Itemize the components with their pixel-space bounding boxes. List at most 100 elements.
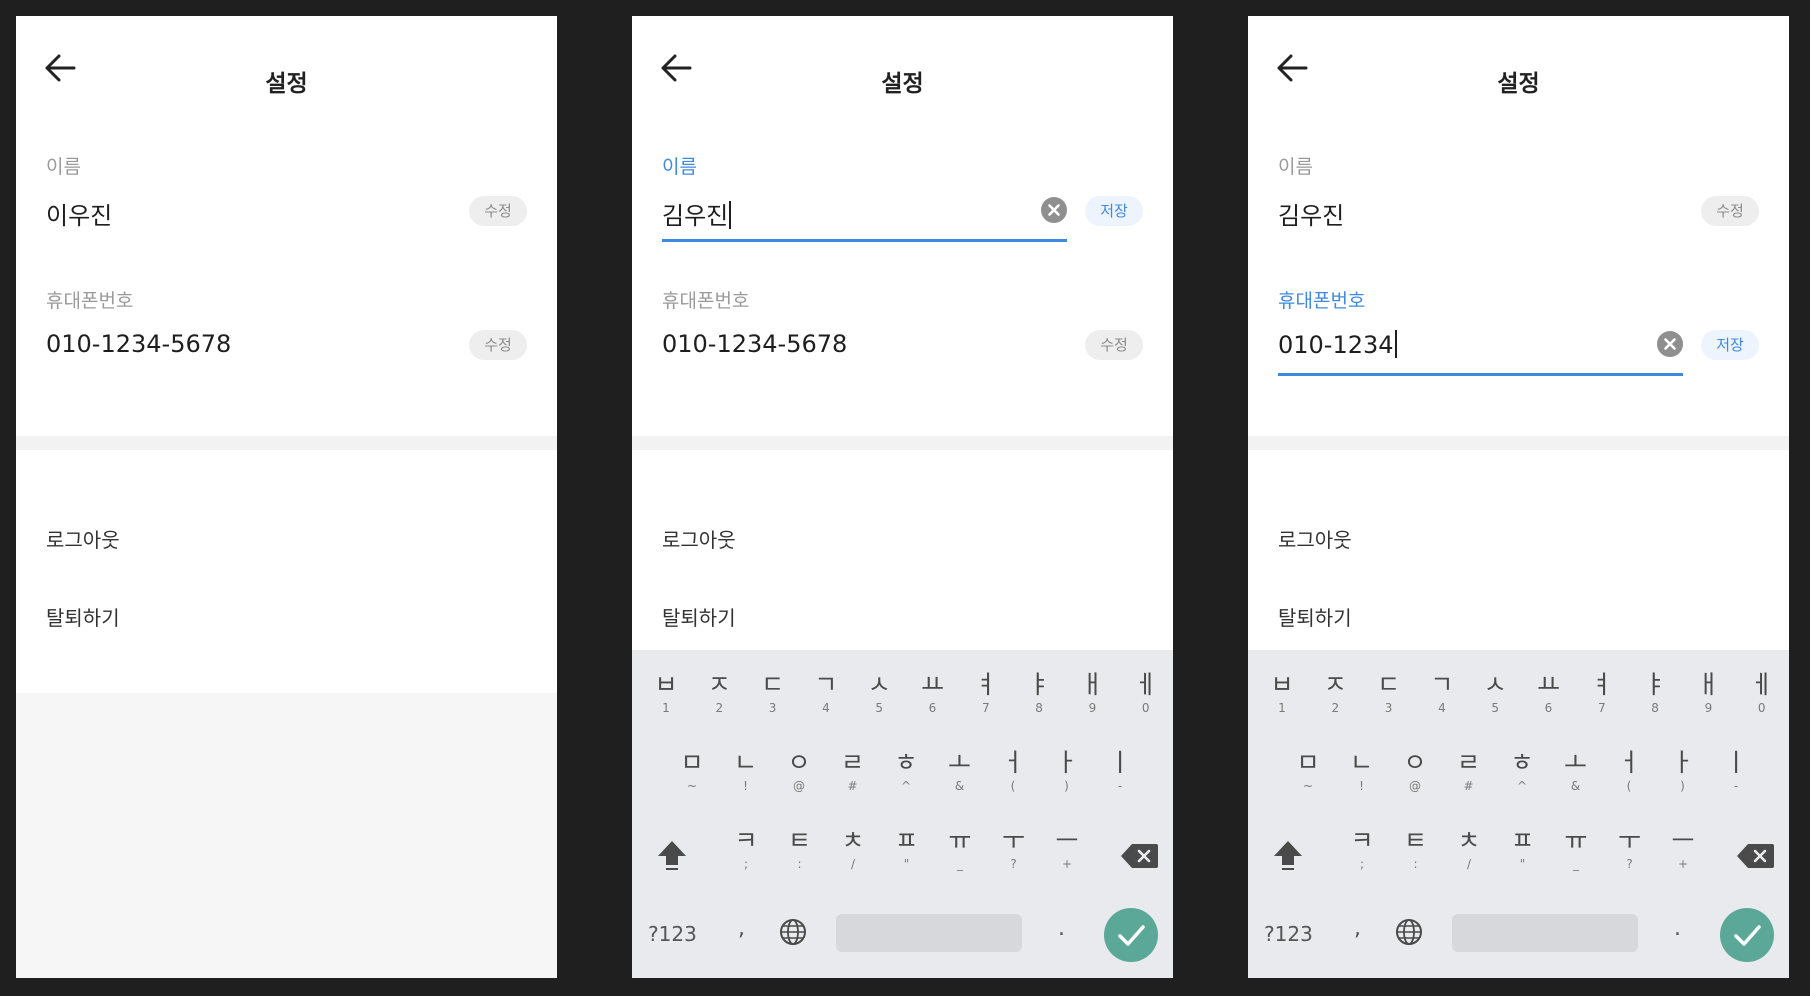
key-ㅛ[interactable]: ㅛ6: [911, 670, 955, 716]
key-ㅋ[interactable]: ㅋ;: [1340, 826, 1384, 872]
key-ㄹ[interactable]: ㄹ #: [831, 748, 875, 794]
language-key[interactable]: [1394, 917, 1424, 947]
key-ㅅ[interactable]: ㅅ5: [857, 670, 901, 716]
key-ㅐ[interactable]: ㅐ9: [1686, 670, 1730, 716]
key-ㅎ[interactable]: ㅎ ^: [1500, 748, 1544, 794]
key-ㄹ[interactable]: ㄹ #: [1447, 748, 1491, 794]
period-key[interactable]: .: [1058, 916, 1065, 941]
key-ㅇ[interactable]: ㅇ @: [777, 748, 821, 794]
key-ㅍ[interactable]: ㅍ ": [1501, 826, 1545, 872]
key-hint: #: [1463, 779, 1474, 793]
key-ㅎ[interactable]: ㅎ ^: [884, 748, 928, 794]
done-key[interactable]: [1720, 908, 1774, 962]
key-ㅠ[interactable]: ㅠ _: [938, 826, 982, 872]
key-ㅗ[interactable]: ㅗ &: [938, 748, 982, 794]
key-char: ㅔ: [1750, 670, 1774, 699]
space-key[interactable]: [836, 914, 1022, 952]
save-name-button[interactable]: 저장: [1085, 196, 1143, 226]
key-ㄱ[interactable]: ㄱ4: [1420, 670, 1464, 716]
edit-name-button[interactable]: 수정: [469, 196, 527, 226]
backspace-key[interactable]: [1736, 842, 1776, 870]
key-ㅈ[interactable]: ㅈ2: [1313, 670, 1357, 716]
key-ㅓ[interactable]: ㅓ(: [991, 748, 1035, 794]
key-ㅡ[interactable]: ㅡ +: [1045, 826, 1089, 872]
key-ㅊ[interactable]: ㅊ /: [1447, 826, 1491, 872]
withdraw-menu-item[interactable]: 탈퇴하기: [1278, 602, 1352, 631]
name-input[interactable]: 김우진: [662, 196, 1067, 242]
phone-field: 휴대폰번호 010-1234 저장: [1278, 286, 1759, 396]
language-key[interactable]: [778, 917, 808, 947]
key-ㅣ[interactable]: ㅣ-: [1714, 748, 1758, 794]
comma-key[interactable]: ,: [738, 916, 745, 941]
key-ㅌ[interactable]: ㅌ:: [778, 826, 822, 872]
key-ㅇ[interactable]: ㅇ @: [1393, 748, 1437, 794]
key-ㅠ[interactable]: ㅠ _: [1554, 826, 1598, 872]
key-ㄷ[interactable]: ㄷ3: [751, 670, 795, 716]
symbols-key[interactable]: ?123: [1264, 922, 1313, 946]
logout-menu-item[interactable]: 로그아웃: [1278, 524, 1352, 553]
key-ㅊ[interactable]: ㅊ /: [831, 826, 875, 872]
key-char: ㅛ: [1536, 670, 1560, 699]
key-hint: #: [847, 779, 858, 793]
edit-phone-button[interactable]: 수정: [1085, 330, 1143, 360]
key-ㅛ[interactable]: ㅛ6: [1527, 670, 1571, 716]
key-ㅣ[interactable]: ㅣ-: [1098, 748, 1142, 794]
key-ㅑ[interactable]: ㅑ8: [1017, 670, 1061, 716]
period-key[interactable]: .: [1674, 916, 1681, 941]
key-ㅁ[interactable]: ㅁ ~: [670, 748, 714, 794]
shift-key[interactable]: [1270, 837, 1306, 873]
key-char: ㄷ: [1377, 670, 1401, 699]
key-ㅏ[interactable]: ㅏ): [1661, 748, 1705, 794]
key-hint: ): [1064, 779, 1069, 793]
key-ㅗ[interactable]: ㅗ &: [1554, 748, 1598, 794]
key-ㅅ[interactable]: ㅅ5: [1473, 670, 1517, 716]
key-ㅜ[interactable]: ㅜ?: [992, 826, 1036, 872]
key-ㄴ[interactable]: ㄴ!: [1340, 748, 1384, 794]
key-ㅡ[interactable]: ㅡ +: [1661, 826, 1705, 872]
phone-value: 010-1234-5678: [46, 330, 232, 358]
withdraw-menu-item[interactable]: 탈퇴하기: [662, 602, 736, 631]
logout-menu-item[interactable]: 로그아웃: [662, 524, 736, 553]
key-char: ㅇ: [787, 748, 811, 777]
clear-input-button[interactable]: [1041, 197, 1067, 223]
key-ㅏ[interactable]: ㅏ): [1045, 748, 1089, 794]
key-hint: +: [1677, 857, 1689, 871]
key-ㅕ[interactable]: ㅕ7: [964, 670, 1008, 716]
key-ㅁ[interactable]: ㅁ ~: [1286, 748, 1330, 794]
key-char: ㅕ: [974, 670, 998, 699]
key-ㅋ[interactable]: ㅋ;: [724, 826, 768, 872]
key-ㅈ[interactable]: ㅈ2: [697, 670, 741, 716]
save-phone-button[interactable]: 저장: [1701, 330, 1759, 360]
key-ㄴ[interactable]: ㄴ!: [724, 748, 768, 794]
key-ㅑ[interactable]: ㅑ8: [1633, 670, 1677, 716]
edit-name-button[interactable]: 수정: [1701, 196, 1759, 226]
edit-phone-button[interactable]: 수정: [469, 330, 527, 360]
key-hint: 4: [1438, 701, 1446, 715]
key-ㄱ[interactable]: ㄱ4: [804, 670, 848, 716]
withdraw-menu-item[interactable]: 탈퇴하기: [46, 602, 120, 631]
clear-input-button[interactable]: [1657, 331, 1683, 357]
shift-key[interactable]: [654, 837, 690, 873]
done-key[interactable]: [1104, 908, 1158, 962]
key-ㅓ[interactable]: ㅓ(: [1607, 748, 1651, 794]
key-char: ㅅ: [867, 670, 891, 699]
logout-menu-item[interactable]: 로그아웃: [46, 524, 120, 553]
key-ㅐ[interactable]: ㅐ9: [1070, 670, 1114, 716]
comma-key[interactable]: ,: [1354, 916, 1361, 941]
key-ㅔ[interactable]: ㅔ0: [1740, 670, 1784, 716]
key-hint: _: [1573, 857, 1579, 871]
key-ㅜ[interactable]: ㅜ?: [1608, 826, 1652, 872]
key-ㅂ[interactable]: ㅂ1: [1260, 670, 1304, 716]
key-char: ㄴ: [1349, 748, 1373, 777]
key-ㅕ[interactable]: ㅕ7: [1580, 670, 1624, 716]
key-ㅌ[interactable]: ㅌ:: [1394, 826, 1438, 872]
key-ㅍ[interactable]: ㅍ ": [885, 826, 929, 872]
key-ㅔ[interactable]: ㅔ0: [1124, 670, 1168, 716]
shift-icon: [658, 841, 686, 870]
key-ㅂ[interactable]: ㅂ1: [644, 670, 688, 716]
symbols-key[interactable]: ?123: [648, 922, 697, 946]
key-ㄷ[interactable]: ㄷ3: [1367, 670, 1411, 716]
backspace-key[interactable]: [1120, 842, 1160, 870]
space-key[interactable]: [1452, 914, 1638, 952]
phone-input[interactable]: 010-1234: [1278, 330, 1683, 376]
